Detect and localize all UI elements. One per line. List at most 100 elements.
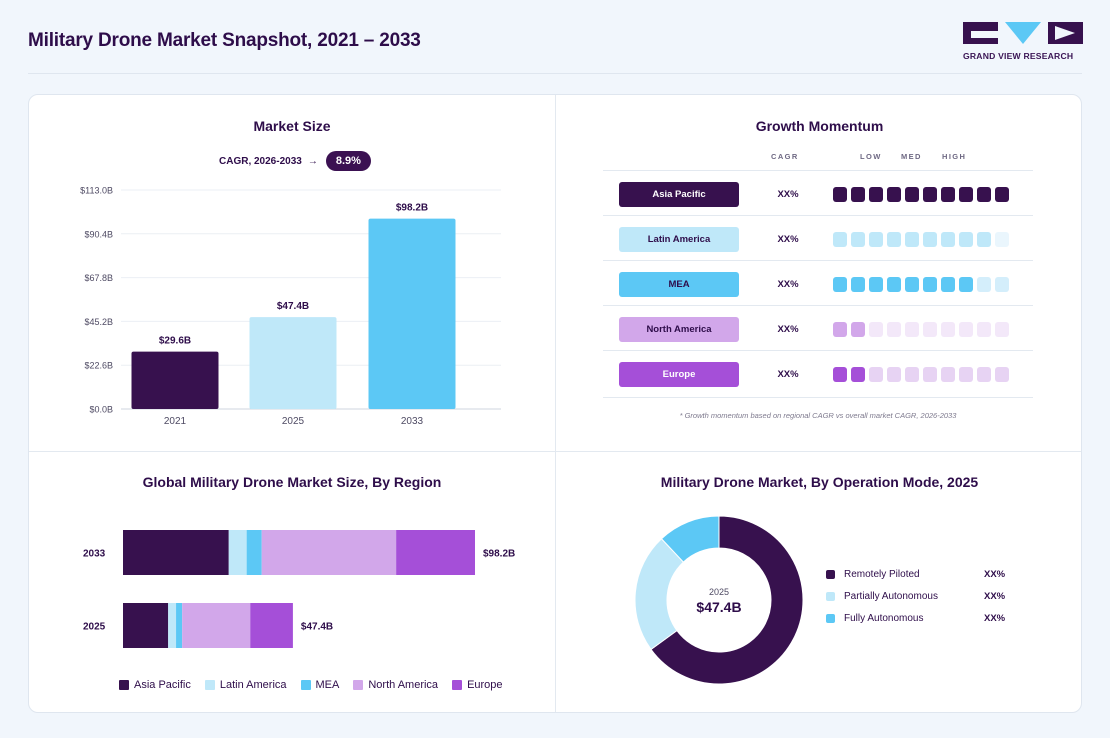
gm-region-label: MEA	[619, 272, 739, 297]
region-legend: Asia Pacific Latin America MEA North Americ…	[119, 679, 503, 691]
gm-level-cell	[833, 232, 847, 247]
gm-region-label: Latin America	[619, 227, 739, 252]
legend-swatch	[119, 680, 129, 690]
y-tick-label: $90.4B	[84, 229, 113, 239]
gm-cagr-value: XX%	[777, 189, 799, 200]
gm-level-cell	[833, 187, 847, 202]
om-legend-value: XX%	[984, 613, 1006, 624]
gm-level-cell	[869, 187, 883, 202]
gm-level-meter	[833, 232, 1009, 247]
gm-region-label: North America	[619, 317, 739, 342]
legend-label: MEA	[315, 679, 340, 691]
gm-head-cagr: CAGR	[771, 152, 799, 161]
gm-level-cell	[905, 367, 919, 382]
y-tick-label: $0.0B	[89, 405, 113, 415]
gm-level-cell	[977, 277, 991, 292]
bar-value-label: $98.2B	[396, 203, 428, 214]
gm-level-cell	[959, 322, 973, 337]
gm-level-meter	[833, 322, 1009, 337]
gm-level-cell	[959, 232, 973, 247]
gm-level-cell	[923, 187, 937, 202]
y-tick-label: $67.8B	[84, 273, 113, 283]
gm-head-low: LOW	[860, 152, 882, 161]
gm-row: Latin America XX%	[603, 215, 1033, 260]
donut-center-year: 2025	[709, 587, 729, 597]
bar-2033	[368, 218, 456, 409]
gm-level-cell	[941, 277, 955, 292]
om-legend-value: XX%	[984, 569, 1006, 580]
y-tick-label: $113.0B	[80, 186, 113, 196]
gm-level-cell	[941, 367, 955, 382]
om-legend-item: Partially Autonomous XX%	[826, 591, 1005, 602]
region-stacked-bar-chart: 2033 $98.2B 2025 $47.4B	[83, 530, 515, 648]
dashboard-panel: Market Size CAGR, 2026-2033 → 8.9% $0.0B…	[28, 94, 1082, 713]
gm-row: North America XX%	[603, 305, 1033, 350]
legend-item: Latin America	[204, 679, 287, 691]
om-legend-value: XX%	[984, 591, 1006, 602]
gm-level-cell	[905, 232, 919, 247]
gm-level-cell	[851, 232, 865, 247]
gm-level-cell	[851, 277, 865, 292]
region-segment-mea	[176, 603, 183, 648]
y-tick-label: $22.6B	[84, 361, 113, 371]
cagr-row: CAGR, 2026-2033 → 8.9%	[219, 151, 371, 171]
gm-level-cell	[869, 367, 883, 382]
gm-level-cell	[995, 322, 1009, 337]
legend-swatch	[204, 680, 215, 690]
operation-mode-donut-chart: 2025 $47.4B	[634, 515, 804, 685]
gm-row: MEA XX%	[603, 260, 1033, 305]
logo-notch-left	[971, 31, 998, 38]
region-segment-latin_america	[228, 530, 247, 575]
y-tick-label: $45.2B	[84, 317, 113, 327]
legend-item: North America	[353, 679, 438, 691]
region-segment-europe	[250, 603, 293, 648]
gm-level-cell	[869, 232, 883, 247]
region-total-label: $98.2B	[483, 549, 515, 560]
gm-level-cell	[995, 277, 1009, 292]
gm-level-cell	[959, 277, 973, 292]
page-title: Military Drone Market Snapshot, 2021 – 2…	[28, 30, 421, 51]
gm-level-cell	[905, 277, 919, 292]
cagr-label: CAGR, 2026-2033	[219, 155, 302, 167]
om-legend-item: Remotely Piloted XX%	[826, 569, 1005, 580]
gm-level-cell	[905, 322, 919, 337]
arrow-right-icon: →	[307, 155, 318, 167]
vertical-divider	[555, 95, 556, 712]
gm-level-cell	[923, 277, 937, 292]
om-legend-swatch	[826, 614, 835, 623]
bar-value-label: $47.4B	[277, 301, 309, 312]
region-segment-asia_pacific	[123, 530, 229, 575]
gm-level-cell	[887, 232, 901, 247]
gm-level-cell	[995, 232, 1009, 247]
om-legend-label: Remotely Piloted	[844, 569, 920, 580]
gm-level-cell	[959, 367, 973, 382]
logo-triangle	[1005, 22, 1041, 44]
gm-level-cell	[833, 322, 847, 337]
brand-name: GRAND VIEW RESEARCH	[963, 51, 1074, 61]
gm-level-cell	[923, 232, 937, 247]
gm-cagr-value: XX%	[777, 324, 799, 335]
gm-level-cell	[977, 367, 991, 382]
donut-center-value: $47.4B	[696, 599, 741, 615]
horizontal-divider	[29, 451, 1081, 452]
bar-2025	[249, 317, 337, 409]
legend-label: Latin America	[219, 679, 287, 691]
gm-bottom-divider	[603, 397, 1033, 398]
gm-level-cell	[833, 367, 847, 382]
gm-region-label: Asia Pacific	[619, 182, 739, 207]
market-size-title: Market Size	[253, 118, 331, 134]
region-segment-latin_america	[168, 603, 177, 648]
operation-mode-title: Military Drone Market, By Operation Mode…	[660, 474, 979, 490]
gm-level-cell	[887, 277, 901, 292]
gm-cagr-value: XX%	[777, 369, 799, 380]
gm-level-cell	[833, 277, 847, 292]
om-legend-swatch	[826, 592, 835, 601]
region-segment-asia_pacific	[123, 603, 169, 648]
region-segment-north_america	[261, 530, 397, 575]
legend-item: MEA	[300, 679, 340, 691]
gm-level-cell	[869, 322, 883, 337]
growth-momentum-title: Growth Momentum	[755, 118, 884, 134]
header-divider	[28, 73, 1082, 74]
bar-value-label: $29.6B	[159, 336, 191, 347]
gm-level-cell	[851, 187, 865, 202]
